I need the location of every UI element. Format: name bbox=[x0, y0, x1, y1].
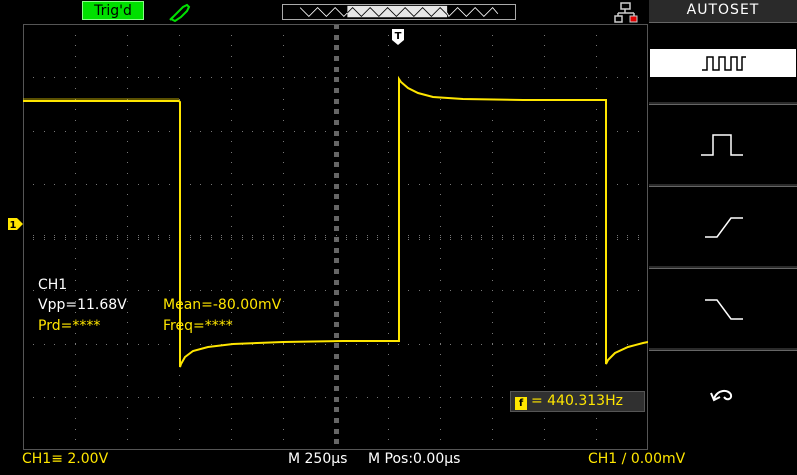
waveform-overview-bar bbox=[282, 4, 516, 20]
measure-vpp: Vpp=11.68V bbox=[38, 297, 127, 313]
autoset-undo-button[interactable] bbox=[649, 350, 797, 431]
measure-channel-label: CH1 bbox=[38, 277, 68, 293]
horizontal-position: M Pos:0.00µs bbox=[368, 451, 461, 467]
probe-icon bbox=[169, 3, 191, 22]
undo-icon bbox=[710, 389, 733, 402]
menu-title: AUTOSET bbox=[686, 2, 760, 18]
waveform-display[interactable]: CH1 Vpp=11.68V Mean=-80.00mV Prd=**** Fr… bbox=[23, 24, 648, 450]
svg-text:T: T bbox=[395, 31, 402, 42]
frequency-icon: f bbox=[515, 397, 527, 410]
trigger-status-badge: Trig'd bbox=[82, 1, 144, 20]
autoset-rising-edge-button[interactable] bbox=[649, 186, 797, 266]
frequency-value: = 440.313Hz bbox=[531, 393, 623, 409]
multi-period-icon bbox=[702, 56, 746, 71]
autoset-multi-period-button[interactable] bbox=[649, 22, 797, 102]
measure-mean: Mean=-80.00mV bbox=[163, 297, 282, 313]
ch1-vertical-scale: CH1≡ 2.00V bbox=[22, 451, 109, 467]
lan-icon bbox=[614, 2, 638, 23]
autoset-single-period-button[interactable] bbox=[649, 104, 797, 184]
ch1-ground-marker[interactable]: 1 bbox=[7, 217, 24, 231]
falling-edge-icon bbox=[705, 299, 743, 320]
svg-text:1: 1 bbox=[10, 220, 17, 231]
measure-period: Prd=**** bbox=[38, 318, 101, 334]
frequency-counter: f = 440.313Hz bbox=[510, 391, 645, 412]
autoset-side-menu: AUTOSET bbox=[649, 0, 797, 431]
trigger-level: CH1 ∕ 0.00mV bbox=[588, 451, 686, 467]
trigger-position-marker[interactable]: T bbox=[391, 28, 405, 46]
autoset-falling-edge-button[interactable] bbox=[649, 268, 797, 348]
single-period-icon bbox=[701, 134, 743, 156]
rising-edge-icon bbox=[705, 217, 743, 238]
timebase: M 250µs bbox=[288, 451, 348, 467]
ch1-waveform-trace bbox=[23, 75, 648, 368]
measure-frequency: Freq=**** bbox=[163, 318, 233, 334]
